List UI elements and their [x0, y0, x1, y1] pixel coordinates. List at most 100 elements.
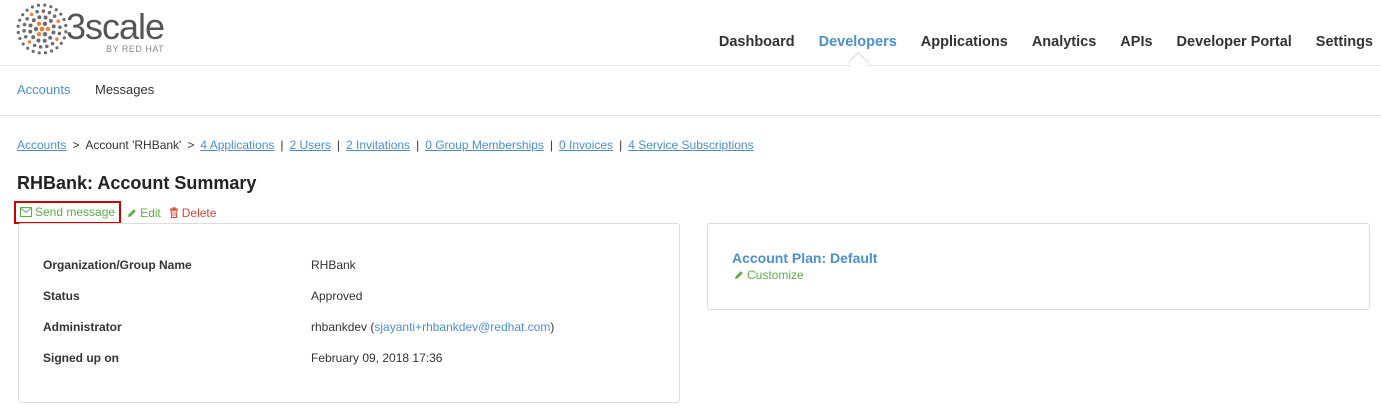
main-nav: Dashboard Developers Applications Analyt…: [695, 34, 1373, 74]
nav-dashboard[interactable]: Dashboard: [719, 34, 795, 50]
logo-dot: [31, 18, 36, 23]
logo-dot: [23, 34, 28, 39]
logo-dot: [41, 9, 46, 13]
logo-dot: [42, 38, 47, 43]
logo-dot: [21, 13, 25, 17]
logo-dot: [36, 21, 42, 27]
logo-dot: [18, 36, 22, 41]
delete-label: Delete: [181, 205, 217, 220]
logo-dot: [16, 30, 20, 35]
breadcrumb-invoices[interactable]: 0 Invoices: [559, 138, 613, 152]
logo-dot: [32, 43, 37, 48]
pencil-icon: [735, 271, 743, 279]
logo[interactable]: 3scale BY RED HAT: [16, 2, 196, 58]
breadcrumb-applications[interactable]: 4 Applications: [200, 138, 274, 152]
admin-value: rhbankdev (sjayanti+rhbankdev@redhat.com…: [311, 320, 555, 334]
nav-developers[interactable]: Developers: [818, 34, 897, 74]
org-label: Organization/Group Name: [43, 258, 192, 272]
breadcrumb-current: Account 'RHBank': [85, 138, 182, 152]
logo-dot: [45, 26, 51, 32]
logo-dot: [28, 29, 33, 34]
logo-dot: [38, 45, 43, 49]
org-value: RHBank: [311, 258, 356, 272]
logo-dot: [45, 44, 49, 49]
admin-name: rhbankdev: [311, 320, 368, 334]
logo-dot: [43, 3, 47, 7]
breadcrumb-invitations[interactable]: 2 Invitations: [346, 138, 410, 152]
logo-dot: [26, 46, 30, 50]
nav-applications[interactable]: Applications: [921, 34, 1008, 50]
customize-button[interactable]: Customize: [734, 268, 804, 282]
status-label: Status: [43, 289, 80, 303]
logo-dot: [57, 31, 62, 36]
admin-label: Administrator: [43, 320, 122, 334]
nav-developers-label: Developers: [818, 34, 897, 50]
edit-label: Edit: [140, 205, 161, 220]
signup-value: February 09, 2018 17:36: [311, 351, 443, 365]
logo-dot: [52, 14, 57, 18]
logo-dot: [36, 38, 41, 43]
logo-dot: [37, 51, 41, 55]
logo-dots-icon: [16, 3, 68, 55]
logo-dot: [43, 51, 48, 55]
edit-button[interactable]: Edit: [127, 206, 161, 220]
subnav-accounts[interactable]: Accounts: [17, 82, 70, 97]
logo-dot: [36, 31, 42, 37]
logo-dot: [37, 15, 42, 20]
nav-developer-portal[interactable]: Developer Portal: [1177, 34, 1292, 50]
account-plan-card: Account Plan: Default Customize: [707, 223, 1370, 310]
logo-dot: [31, 35, 36, 40]
logo-brand: 3scale: [66, 6, 165, 47]
logo-dot: [35, 9, 39, 14]
logo-dot: [22, 28, 26, 33]
account-summary-card: Organization/Group Name RHBank Status Ap…: [18, 223, 680, 403]
delete-button[interactable]: Delete: [169, 205, 217, 220]
logo-dot: [27, 40, 32, 44]
logo-dot: [30, 5, 35, 9]
send-message-highlight: Send message: [14, 201, 122, 224]
logo-dot: [29, 12, 34, 17]
logo-dot: [31, 49, 35, 53]
logo-dot: [48, 35, 53, 40]
send-message-button[interactable]: Send message: [20, 205, 115, 219]
logo-dot: [56, 19, 61, 24]
logo-dot: [25, 17, 29, 21]
breadcrumb-users[interactable]: 2 Users: [290, 138, 331, 152]
subnav-messages[interactable]: Messages: [95, 82, 154, 97]
breadcrumb-group-memberships[interactable]: 0 Group Memberships: [425, 138, 544, 152]
logo-dot: [43, 15, 48, 20]
logo-dot: [36, 3, 41, 7]
logo-dot: [42, 31, 48, 37]
logo-dot: [49, 49, 54, 53]
logo-dot: [28, 23, 33, 28]
logo-dot: [54, 8, 58, 12]
logo-dot: [25, 8, 29, 12]
sub-nav: Accounts Messages: [0, 66, 1381, 116]
nav-analytics[interactable]: Analytics: [1032, 34, 1096, 50]
pencil-icon: [128, 208, 136, 217]
signup-label: Signed up on: [43, 351, 119, 365]
breadcrumb-accounts[interactable]: Accounts: [17, 138, 66, 152]
admin-email-link[interactable]: sjayanti+rhbankdev@redhat.com: [374, 320, 550, 334]
logo-dot: [39, 26, 45, 32]
logo-dot: [55, 37, 59, 41]
logo-dot: [48, 18, 53, 23]
logo-dot: [59, 41, 63, 45]
account-plan-link[interactable]: Account Plan: Default: [732, 250, 877, 266]
customize-label: Customize: [747, 268, 804, 282]
breadcrumb-service-subscriptions[interactable]: 4 Service Subscriptions: [628, 138, 753, 152]
nav-apis[interactable]: APIs: [1120, 34, 1152, 50]
logo-dot: [18, 18, 22, 22]
logo-dot: [33, 26, 39, 32]
logo-dot: [50, 41, 55, 46]
envelope-icon: [20, 207, 32, 217]
logo-dot: [51, 24, 56, 29]
logo-dot: [49, 5, 53, 9]
logo-dot: [21, 42, 25, 46]
logo-dot: [16, 24, 20, 28]
logo-dot: [59, 12, 63, 16]
logo-dot: [22, 22, 27, 27]
trash-icon: [169, 207, 178, 218]
top-header: 3scale BY RED HAT Dashboard Developers A…: [0, 0, 1381, 74]
nav-settings[interactable]: Settings: [1316, 34, 1373, 50]
